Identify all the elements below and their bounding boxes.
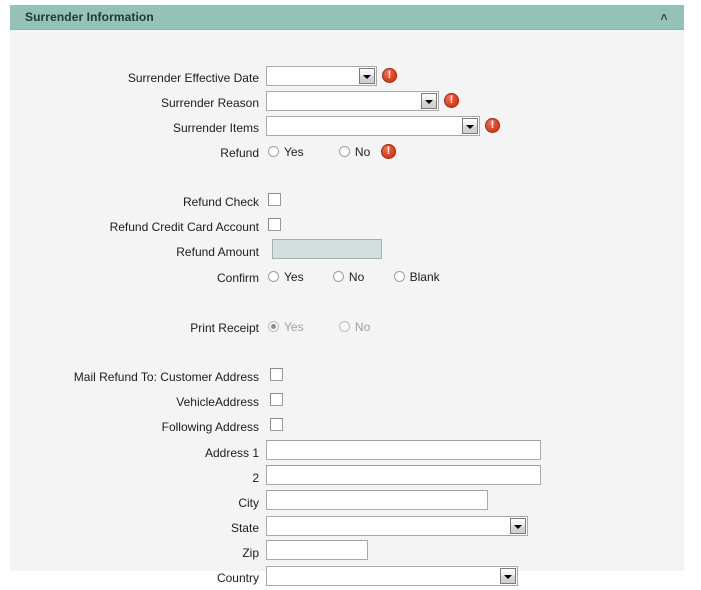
print-receipt-radio-group[interactable]: Yes No (268, 317, 384, 337)
radio-dot-icon (268, 321, 279, 332)
refund-check-label: Refund Check (182, 195, 259, 209)
state-combo[interactable] (266, 516, 528, 536)
row-state: State (10, 518, 259, 540)
surrender-reason-combo[interactable] (266, 91, 439, 111)
refund-amount-label: Refund Amount (176, 245, 259, 259)
row-following-address: Following Address (10, 417, 259, 439)
row-city: City (10, 493, 259, 515)
refund-radio-yes-label: Yes (284, 145, 304, 159)
row-address1: Address 1 (10, 443, 259, 465)
following-address-checkbox[interactable] (270, 418, 283, 431)
surrender-effective-date-label: Surrender Effective Date (127, 71, 259, 85)
zip-input[interactable] (266, 540, 368, 560)
zip-label: Zip (242, 546, 259, 560)
mail-refund-to-customer-address-label: Mail Refund To: Customer Address (10, 367, 259, 387)
print-receipt-radio-yes-label: Yes (284, 320, 304, 334)
print-receipt-radio-yes[interactable]: Yes (268, 317, 304, 337)
chevron-down-icon[interactable] (462, 118, 478, 134)
surrender-items-label: Surrender Items (172, 121, 259, 135)
row-mail-refund-to-customer-address: Mail Refund To: Customer Address (10, 367, 259, 389)
vehicle-address-checkbox[interactable] (270, 393, 283, 406)
city-input[interactable] (266, 490, 488, 510)
refund-radio-no[interactable]: No (338, 142, 371, 162)
error-icon-surrender-effective-date (382, 68, 397, 83)
chevron-down-icon[interactable] (510, 518, 526, 534)
row-print-receipt: Print Receipt (10, 318, 259, 340)
row-surrender-effective-date: Surrender Effective Date (10, 68, 259, 90)
confirm-radio-group[interactable]: Yes No Blank (268, 267, 454, 287)
country-label: Country (216, 571, 259, 585)
page-title: Surrender Information (25, 10, 154, 24)
refund-radio-no-label: No (354, 145, 371, 159)
row-confirm: Confirm (10, 268, 259, 290)
error-icon-surrender-items (485, 118, 500, 133)
confirm-radio-yes[interactable]: Yes (268, 267, 304, 287)
row-refund-amount: Refund Amount (10, 242, 259, 264)
address1-label: Address 1 (204, 446, 259, 460)
refund-label: Refund (220, 146, 259, 160)
following-address-label: Following Address (161, 420, 259, 434)
surrender-items-combo[interactable] (266, 116, 480, 136)
row-vehicle-address: VehicleAddress (10, 392, 259, 414)
radio-dot-icon (338, 146, 350, 157)
radio-dot-icon (332, 271, 344, 282)
confirm-label: Confirm (216, 271, 259, 285)
row-refund: Refund (10, 143, 259, 165)
refund-credit-card-account-checkbox[interactable] (268, 218, 281, 231)
panel-body: Surrender Effective Date Surrender Reaso… (10, 30, 684, 586)
country-combo[interactable] (266, 566, 518, 586)
row-surrender-items: Surrender Items (10, 118, 259, 140)
confirm-radio-no-label: No (348, 270, 365, 284)
state-label: State (230, 521, 259, 535)
surrender-effective-date-combo[interactable] (266, 66, 377, 86)
refund-credit-card-account-label: Refund Credit Card Account (109, 220, 259, 234)
row-surrender-reason: Surrender Reason (10, 93, 259, 115)
print-receipt-radio-no-label: No (354, 320, 371, 334)
customer-address-checkbox[interactable] (270, 368, 283, 381)
radio-dot-icon (393, 271, 405, 282)
refund-radio-group[interactable]: Yes No (268, 142, 384, 162)
row-country: Country (10, 568, 259, 590)
radio-dot-icon (268, 271, 279, 282)
mail-refund-to-label: Mail Refund To: (73, 370, 157, 384)
error-icon-surrender-reason (444, 93, 459, 108)
row-refund-credit-card-account: Refund Credit Card Account (10, 217, 259, 239)
row-zip: Zip (10, 543, 259, 565)
surrender-reason-label: Surrender Reason (160, 96, 259, 110)
chevron-down-icon[interactable] (359, 68, 375, 84)
radio-dot-icon (338, 321, 350, 332)
row-address2: 2 (10, 468, 259, 490)
row-refund-check: Refund Check (10, 192, 259, 214)
address2-label: 2 (252, 471, 259, 485)
confirm-radio-no[interactable]: No (332, 267, 365, 287)
refund-radio-yes[interactable]: Yes (268, 142, 304, 162)
refund-amount-input[interactable] (272, 239, 382, 259)
address1-input[interactable] (266, 440, 541, 460)
refund-check-checkbox[interactable] (268, 193, 281, 206)
vehicle-address-label: VehicleAddress (176, 395, 259, 409)
print-receipt-radio-no[interactable]: No (338, 317, 371, 337)
radio-dot-icon (268, 146, 279, 157)
print-receipt-label: Print Receipt (190, 321, 259, 335)
chevron-up-icon[interactable]: ˄ (656, 9, 672, 25)
address2-input[interactable] (266, 465, 541, 485)
confirm-radio-yes-label: Yes (284, 270, 304, 284)
chevron-down-icon[interactable] (500, 568, 516, 584)
surrender-information-panel: Surrender Information ˄ Surrender Effect… (10, 5, 684, 586)
panel-header: Surrender Information ˄ (10, 5, 684, 30)
chevron-down-icon[interactable] (421, 93, 437, 109)
city-label: City (238, 496, 259, 510)
error-icon-refund (381, 144, 396, 159)
customer-address-label: Customer Address (160, 370, 259, 384)
confirm-radio-blank-label: Blank (409, 270, 440, 284)
confirm-radio-blank[interactable]: Blank (393, 267, 440, 287)
